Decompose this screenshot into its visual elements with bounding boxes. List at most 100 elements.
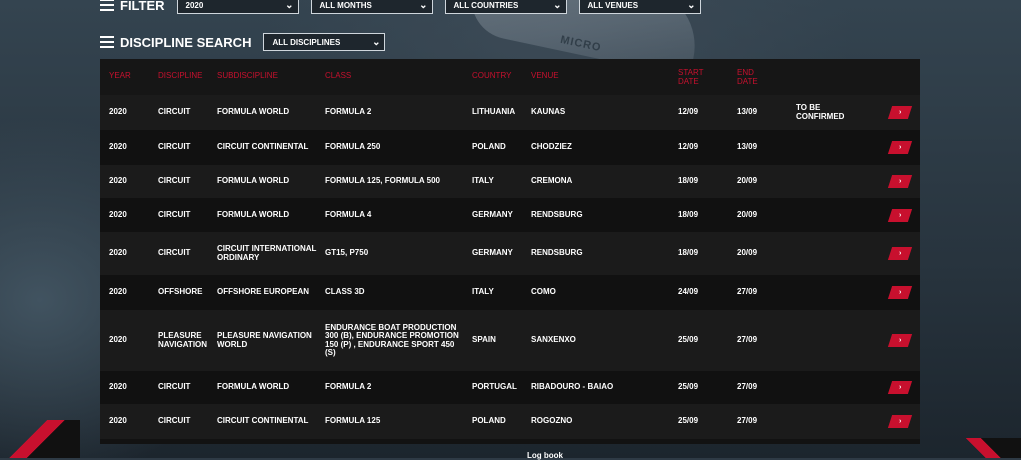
- venue-select[interactable]: ALL VENUES ⌄: [578, 0, 701, 14]
- cell-subdiscipline: FORMULA WORLD: [217, 209, 290, 219]
- discipline-select[interactable]: ALL DISCIPLINES ⌄: [263, 33, 386, 51]
- cell-country: ITALY: [472, 176, 494, 185]
- cell-discipline: CIRCUIT: [158, 176, 191, 185]
- chevron-right-icon: ›: [898, 109, 902, 116]
- cell-start: 12/09: [678, 142, 699, 151]
- chevron-right-icon: ›: [898, 418, 902, 425]
- cell-year: 2020: [109, 142, 127, 151]
- cell-year: 2020: [109, 287, 127, 296]
- chevron-right-icon: ›: [898, 250, 902, 257]
- cell-year: 2020: [109, 416, 127, 425]
- table-row: 2020 CIRCUIT CIRCUIT CONTINENTAL FORMULA 12…: [100, 404, 920, 439]
- filter-bar: FILTER 2020 ⌄ ALL MONTHS ⌄ ALL COUNTRIES…: [100, 0, 713, 14]
- cell-discipline: OFFSHORE: [158, 287, 203, 296]
- cell-venue: ROGOZNO: [531, 416, 573, 425]
- cell-country: LITHUANIA: [472, 107, 516, 116]
- chevron-down-icon: ⌄: [419, 0, 428, 11]
- cell-end: 13/09: [737, 142, 758, 151]
- event-details-button[interactable]: ›: [887, 334, 913, 347]
- cell-subdiscipline: OFFSHORE EUROPEAN: [217, 287, 310, 296]
- cell-subdiscipline: FORMULA WORLD: [217, 176, 290, 185]
- cell-class: GT15, P750: [325, 248, 369, 257]
- event-details-button[interactable]: ›: [887, 415, 913, 428]
- cell-discipline: CIRCUIT: [158, 107, 191, 116]
- cell-year: 2020: [109, 176, 127, 185]
- discipline-select-value: ALL DISCIPLINES: [272, 37, 341, 47]
- cell-venue: RENDSBURG: [531, 209, 583, 219]
- cell-subdiscipline: FORMULA WORLD: [217, 107, 290, 116]
- table-row: 2020 CIRCUIT CIRCUIT CONTINENTAL FORMULA 25…: [100, 130, 920, 165]
- cell-subdiscipline: FORMULA WORLD: [217, 382, 290, 391]
- header-year: YEAR: [109, 71, 131, 80]
- cell-country: GERMANY: [472, 209, 513, 219]
- cell-start: 24/09: [678, 287, 699, 296]
- country-select-value: ALL COUNTRIES: [453, 0, 519, 10]
- chevron-right-icon: ›: [898, 384, 902, 391]
- table-row: 2020 CIRCUIT FORMULA WORLD FORMULA 125, FOR…: [100, 165, 920, 198]
- event-details-button[interactable]: ›: [887, 106, 913, 119]
- cell-end: 20/09: [737, 209, 758, 219]
- discipline-search-title: DISCIPLINE SEARCH: [120, 34, 252, 50]
- chevron-right-icon: ›: [898, 289, 902, 296]
- cell-venue: SANXENXO: [531, 335, 576, 344]
- header-venue: VENUE: [531, 71, 559, 80]
- cell-year: 2020: [109, 209, 127, 219]
- cell-start: 12/09: [678, 107, 699, 116]
- chevron-down-icon: ⌄: [285, 0, 294, 11]
- header-class: CLASS: [325, 71, 352, 80]
- chevron-down-icon: ⌄: [553, 0, 562, 11]
- log-book-link[interactable]: Log book: [527, 451, 563, 460]
- event-details-button[interactable]: ›: [887, 247, 913, 260]
- table-row: 2020 CIRCUIT FORMULA WORLD FORMULA 2 PORTUGA…: [100, 371, 920, 404]
- event-details-button[interactable]: ›: [887, 141, 913, 154]
- cell-start: 18/09: [678, 248, 699, 257]
- discipline-search-bar: DISCIPLINE SEARCH ALL DISCIPLINES ⌄: [100, 33, 397, 51]
- country-select[interactable]: ALL COUNTRIES ⌄: [444, 0, 567, 14]
- cell-class: FORMULA 125, FORMULA 500: [325, 176, 440, 185]
- year-select[interactable]: 2020 ⌄: [176, 0, 299, 14]
- event-details-button[interactable]: ›: [887, 381, 913, 394]
- cell-venue: CREMONA: [531, 176, 573, 185]
- cell-year: 2020: [109, 335, 127, 344]
- table-row: 2020 CIRCUIT FORMULA WORLD FORMULA 2 LITHUAN…: [100, 95, 920, 130]
- cell-discipline: CIRCUIT: [158, 209, 191, 219]
- event-details-button[interactable]: ›: [887, 286, 913, 299]
- cell-start: 25/09: [678, 335, 699, 344]
- cell-end: 27/09: [737, 382, 758, 391]
- cell-year: 2020: [109, 248, 127, 257]
- chevron-right-icon: ›: [898, 337, 902, 344]
- cell-end: 27/09: [737, 416, 758, 425]
- cell-venue: CHODZIEZ: [531, 142, 572, 151]
- cell-country: SPAIN: [472, 335, 496, 344]
- event-details-button[interactable]: ›: [887, 208, 913, 222]
- filter-title: FILTER: [120, 0, 165, 13]
- table-row: 2020 OFFSHORE OFFSHORE EUROPEAN CLASS 3D ITA…: [100, 275, 920, 310]
- cell-start: 25/09: [678, 382, 699, 391]
- header-discipline: DISCIPLINE: [158, 71, 203, 80]
- cell-discipline: CIRCUIT: [158, 142, 191, 151]
- cell-year: 2020: [109, 107, 127, 116]
- cell-subdiscipline: PLEASURE NAVIGATION WORLD: [217, 331, 312, 349]
- year-select-value: 2020: [185, 0, 204, 10]
- cell-country: POLAND: [472, 142, 506, 151]
- cell-discipline: CIRCUIT: [158, 416, 191, 425]
- decorative-stripe-left: [0, 420, 80, 458]
- chevron-right-icon: ›: [898, 144, 902, 151]
- cell-start: 18/09: [678, 176, 699, 185]
- cell-end: 27/09: [737, 287, 758, 296]
- events-table: YEAR DISCIPLINE SUBDISCIPLINE CLASS COUN…: [100, 59, 920, 444]
- event-details-button[interactable]: ›: [887, 175, 913, 188]
- decorative-stripe-right: [941, 438, 1021, 458]
- month-select[interactable]: ALL MONTHS ⌄: [310, 0, 433, 14]
- cell-venue: COMO: [531, 287, 556, 296]
- header-start-date: START DATE: [678, 68, 704, 86]
- header-country: COUNTRY: [472, 71, 512, 80]
- cell-class: FORMULA 2: [325, 382, 372, 391]
- cell-venue: RIBADOURO - BAIAO: [531, 382, 614, 391]
- cell-subdiscipline: CIRCUIT CONTINENTAL: [217, 416, 309, 425]
- cell-subdiscipline: CIRCUIT INTERNATIONAL ORDINARY: [217, 244, 317, 262]
- menu-icon: [100, 36, 114, 48]
- cell-class: FORMULA 125: [325, 416, 381, 425]
- cell-country: GERMANY: [472, 248, 513, 257]
- cell-country: PORTUGAL: [472, 382, 517, 391]
